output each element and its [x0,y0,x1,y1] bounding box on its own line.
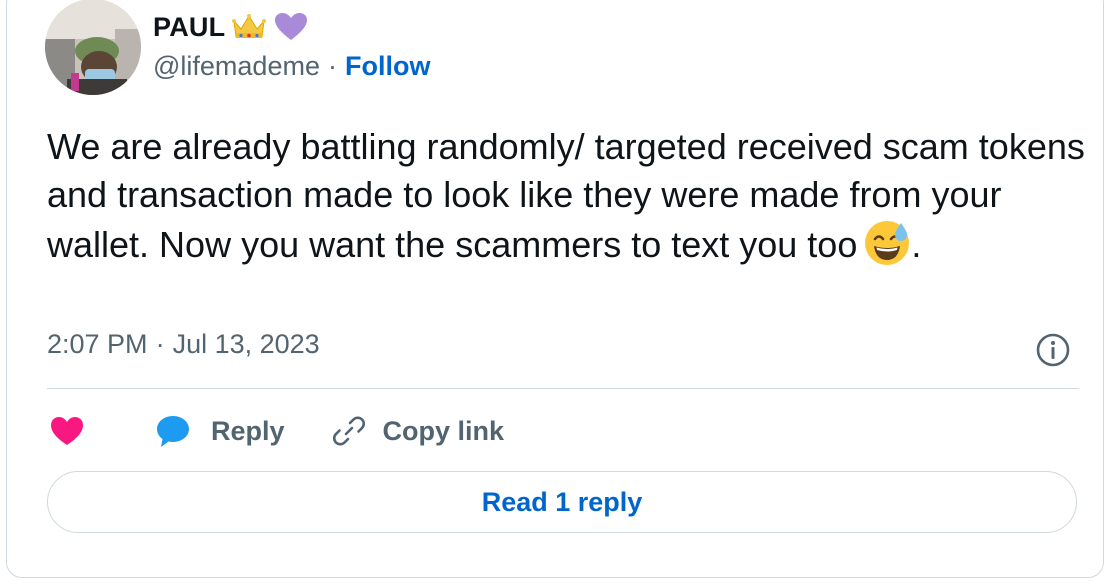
tweet-text: We are already battling randomly/ target… [47,123,1087,269]
reply-button[interactable]: Reply [153,412,285,450]
tweet-time[interactable]: 2:07 PM [47,329,148,360]
link-icon [332,416,365,446]
author-handle[interactable]: @lifemademe [153,51,320,82]
avatar[interactable] [45,0,141,95]
tweet-timestamp[interactable]: 2:07 PM · Jul 13, 2023 [47,329,320,360]
reply-bubble-icon [157,416,189,447]
timestamp-separator: · [155,329,165,359]
read-replies-label[interactable]: Read 1 reply [482,487,643,518]
info-icon[interactable] [1035,332,1071,368]
read-replies-button[interactable]: Read 1 reply [47,471,1077,533]
avatar-photo [45,0,141,95]
copy-link-button[interactable]: Copy link [329,411,505,451]
tweet-text-suffix: . [911,224,922,265]
follow-button[interactable]: Follow [345,51,430,82]
reply-label[interactable]: Reply [211,416,285,447]
divider [47,388,1079,389]
crown-emoji-icon [232,14,267,38]
handle-separator: · [327,51,337,81]
like-button[interactable] [47,413,87,449]
heart-icon [51,417,83,445]
author-name[interactable]: PAUL [153,12,225,43]
purple-heart-emoji-icon [275,13,308,40]
action-bar: Reply Copy link [47,409,504,453]
tweet-text-content: We are already battling randomly/ target… [47,126,1085,265]
grinning-face-with-sweat-icon [865,221,910,265]
tweet-card: PAUL @lifemademe · Follow We are already… [6,0,1104,578]
copy-link-label[interactable]: Copy link [383,416,505,447]
tweet-date[interactable]: Jul 13, 2023 [173,329,320,360]
